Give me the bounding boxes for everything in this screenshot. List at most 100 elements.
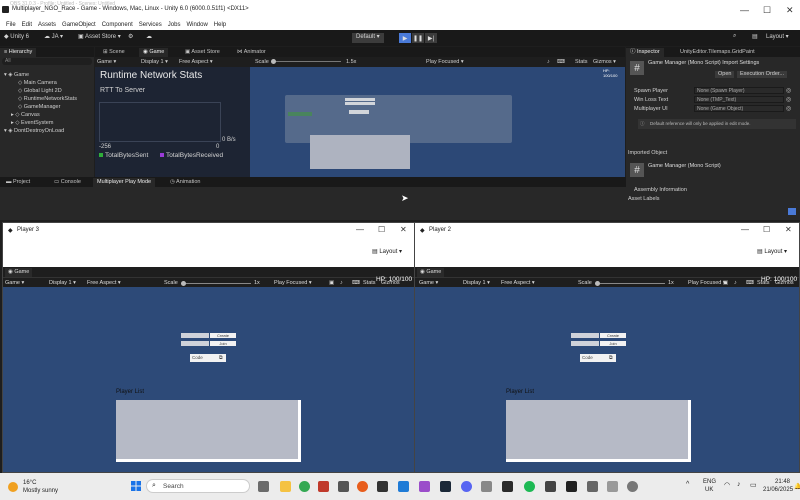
- tab-hierarchy[interactable]: ≡ Hierarchy: [0, 48, 37, 57]
- account-button[interactable]: ◆ Unity 6: [4, 33, 29, 43]
- assembly-info-foldout[interactable]: Assembly Information: [634, 187, 687, 193]
- create-button[interactable]: Create: [210, 333, 236, 338]
- menu-file[interactable]: File: [6, 22, 16, 28]
- version-control-icon[interactable]: ⚙: [128, 33, 133, 43]
- hierarchy-item[interactable]: ◇ Global Light 2D: [18, 88, 62, 94]
- inspector-object-field[interactable]: None (Game Object): [694, 105, 784, 112]
- asset-store-button[interactable]: ▣ Asset Store ▾: [78, 33, 121, 43]
- tab-animation[interactable]: ◷ Animation: [166, 178, 205, 187]
- tab-multiplayer-play-mode[interactable]: Multiplayer Play Mode: [93, 178, 156, 187]
- open-button[interactable]: Open: [715, 71, 735, 78]
- chevron-up-icon[interactable]: ^: [686, 481, 689, 488]
- scale-slider[interactable]: [271, 61, 341, 62]
- pause-button[interactable]: ❚❚: [412, 33, 424, 43]
- menu-jobs[interactable]: Jobs: [168, 22, 181, 28]
- menu-services[interactable]: Services: [139, 22, 162, 28]
- user-button[interactable]: ☁ JA ▾: [44, 33, 63, 43]
- app-icon[interactable]: [545, 481, 556, 492]
- windows-start-icon[interactable]: [131, 481, 141, 491]
- copy-icon[interactable]: ⧉: [609, 354, 613, 362]
- display-mode-dropdown[interactable]: Game ▾: [97, 59, 116, 65]
- app-icon[interactable]: [502, 481, 513, 492]
- scale-slider[interactable]: [181, 283, 251, 284]
- name-input[interactable]: [571, 333, 599, 338]
- scale-slider-handle[interactable]: [595, 281, 600, 286]
- maximize-button[interactable]: ☐: [378, 225, 385, 234]
- scale-slider-handle[interactable]: [271, 59, 276, 64]
- minimize-button[interactable]: —: [740, 5, 749, 15]
- notification-icon[interactable]: 🔔: [794, 483, 800, 490]
- hierarchy-item[interactable]: ◇ Main Camera: [18, 80, 57, 86]
- stats-button[interactable]: Stats: [363, 280, 376, 286]
- spotify-icon[interactable]: [524, 481, 535, 492]
- menu-window[interactable]: Window: [186, 22, 207, 28]
- layout-dropdown[interactable]: Layout ▾: [766, 33, 789, 43]
- app-icon[interactable]: [318, 481, 329, 492]
- tab-tile-palette[interactable]: UnityEditor.Tilemaps.GridPaint: [676, 48, 794, 57]
- play-button[interactable]: ▶: [399, 33, 411, 43]
- hierarchy-item[interactable]: ▸ ◇ EventSystem: [11, 120, 53, 126]
- tag-icon[interactable]: [788, 208, 796, 215]
- obs-icon[interactable]: [566, 481, 577, 492]
- firefox-icon[interactable]: [357, 481, 368, 492]
- scale-slider-handle[interactable]: [181, 281, 186, 286]
- vscode-icon[interactable]: [398, 481, 409, 492]
- hierarchy-search-input[interactable]: All: [2, 58, 92, 65]
- volume-icon[interactable]: ♪: [737, 481, 741, 488]
- mute-icon[interactable]: ♪: [734, 280, 737, 286]
- code-display[interactable]: Code ⧉: [190, 354, 226, 362]
- unity-hub-icon[interactable]: [607, 481, 618, 492]
- aspect-dropdown[interactable]: Free Aspect ▾: [87, 280, 121, 286]
- hierarchy-item[interactable]: ▾ ◈ Game: [4, 72, 29, 78]
- name-input[interactable]: [181, 333, 209, 338]
- inspector-object-field[interactable]: None (TMP_Text): [694, 96, 784, 103]
- services-icon[interactable]: ☁: [146, 33, 152, 43]
- code-display[interactable]: Code ⧉: [580, 354, 616, 362]
- menu-edit[interactable]: Edit: [22, 22, 32, 28]
- camera-icon[interactable]: ▣: [723, 280, 728, 286]
- hierarchy-item[interactable]: ▾ ◈ DontDestroyOnLoad: [4, 128, 64, 134]
- shortcut-icon[interactable]: ⌨: [352, 280, 360, 286]
- tab-game[interactable]: ◉ Game: [5, 268, 33, 277]
- chrome-icon[interactable]: [299, 481, 310, 492]
- display-dropdown[interactable]: Display 1 ▾: [141, 59, 168, 65]
- task-view-icon[interactable]: [258, 481, 269, 492]
- layers-icon[interactable]: ▤: [752, 33, 758, 43]
- tab-game[interactable]: ◉ Game: [139, 48, 169, 57]
- join-button[interactable]: Join: [210, 341, 236, 346]
- rider-icon[interactable]: [419, 481, 430, 492]
- file-explorer-icon[interactable]: [280, 481, 291, 492]
- taskbar-search-input[interactable]: ⌕ Search: [146, 479, 250, 493]
- layout-preset-dropdown[interactable]: Default ▾: [352, 33, 384, 43]
- search-icon[interactable]: ⌕: [733, 33, 736, 43]
- aspect-dropdown[interactable]: Free Aspect ▾: [179, 59, 213, 65]
- create-button[interactable]: Create: [600, 333, 626, 338]
- mute-icon[interactable]: ♪: [547, 59, 550, 65]
- clock-time[interactable]: 21:48: [775, 479, 790, 485]
- stats-button[interactable]: Stats: [575, 59, 588, 65]
- close-button[interactable]: ✕: [786, 5, 794, 16]
- close-button[interactable]: ✕: [400, 225, 407, 234]
- close-button[interactable]: ✕: [785, 225, 792, 234]
- maximize-button[interactable]: ☐: [763, 5, 771, 16]
- object-picker-icon[interactable]: ◎: [786, 87, 791, 94]
- wifi-icon[interactable]: ◠: [724, 481, 730, 489]
- language-indicator[interactable]: ENG: [703, 479, 716, 485]
- mute-icon[interactable]: ♪: [340, 280, 343, 286]
- app-icon[interactable]: [481, 481, 492, 492]
- layout-dropdown[interactable]: ▤ Layout ▾: [372, 248, 402, 255]
- camera-icon[interactable]: ▣: [329, 280, 334, 286]
- play-focused-dropdown[interactable]: Play Focused ▾: [426, 59, 464, 65]
- battery-icon[interactable]: ▭: [750, 481, 757, 489]
- display-mode-dropdown[interactable]: Game ▾: [419, 280, 438, 286]
- minimize-button[interactable]: —: [356, 225, 364, 234]
- tab-asset-store[interactable]: ▣ Asset Store: [181, 48, 224, 57]
- menu-gameobject[interactable]: GameObject: [62, 22, 96, 28]
- maximize-button[interactable]: ☐: [763, 225, 770, 234]
- unity-icon[interactable]: [377, 481, 388, 492]
- tab-scene[interactable]: ⊞ Scene: [99, 48, 129, 57]
- join-button[interactable]: Join: [600, 341, 626, 346]
- tab-console[interactable]: ▭ Console: [50, 178, 85, 187]
- scale-slider[interactable]: [595, 283, 665, 284]
- tab-animator[interactable]: ⋈ Animator: [233, 48, 270, 57]
